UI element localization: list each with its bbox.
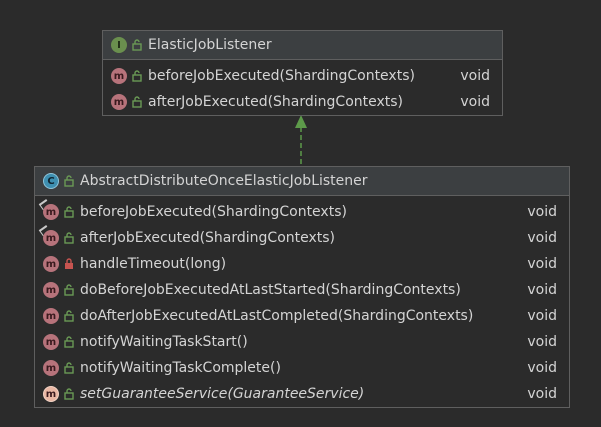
overriding-method-icon: m <box>38 225 59 246</box>
method-row[interactable]: m notifyWaitingTaskStart() void <box>35 329 569 355</box>
method-icon: m <box>43 256 59 272</box>
abstract-mark-icon <box>110 68 116 74</box>
method-row[interactable]: m afterJobExecuted(ShardingContexts) voi… <box>103 89 502 115</box>
method-name: doBeforeJobExecutedAtLastStarted(Shardin… <box>80 282 461 298</box>
method-icon: m <box>43 334 59 350</box>
method-row[interactable]: m doBeforeJobExecutedAtLastStarted(Shard… <box>35 277 569 303</box>
method-name: afterJobExecuted(ShardingContexts) <box>148 94 404 110</box>
method-name: beforeJobExecuted(ShardingContexts) <box>80 204 347 220</box>
method-name: beforeJobExecuted(ShardingContexts) <box>148 68 415 84</box>
public-icon <box>64 362 74 374</box>
public-icon <box>64 336 74 348</box>
return-type: void <box>527 334 557 350</box>
overriding-method-icon: m <box>38 199 59 220</box>
class-methods: m beforeJobExecuted(ShardingContexts) vo… <box>35 196 569 409</box>
public-icon <box>64 388 74 400</box>
method-row-selected[interactable]: m setGuaranteeService(GuaranteeService) … <box>35 381 569 407</box>
abstract-method-icon: m <box>43 308 59 324</box>
method-icon: m <box>111 68 127 84</box>
method-name: handleTimeout(long) <box>80 256 227 272</box>
return-type: void <box>527 204 557 220</box>
class-abstract-distribute-once-listener[interactable]: C AbstractDistributeOnceElasticJobListen… <box>34 166 570 408</box>
method-icon: m <box>43 386 59 402</box>
abstract-method-icon: m <box>43 282 59 298</box>
return-type: void <box>527 360 557 376</box>
return-type: void <box>527 308 557 324</box>
interface-header[interactable]: I ElasticJobListener <box>103 31 502 60</box>
method-name: notifyWaitingTaskStart() <box>80 334 248 350</box>
method-name: notifyWaitingTaskComplete() <box>80 360 281 376</box>
return-type: void <box>527 256 557 272</box>
abstract-class-icon: C <box>43 173 59 189</box>
return-type: void <box>527 386 557 402</box>
method-row[interactable]: m doAfterJobExecutedAtLastCompleted(Shar… <box>35 303 569 329</box>
class-title: AbstractDistributeOnceElasticJobListener <box>80 173 368 189</box>
method-icon: m <box>43 360 59 376</box>
public-icon <box>132 70 142 82</box>
method-row[interactable]: m handleTimeout(long) void <box>35 251 569 277</box>
public-icon <box>64 284 74 296</box>
class-header[interactable]: C AbstractDistributeOnceElasticJobListen… <box>35 167 569 196</box>
interface-elastic-job-listener[interactable]: I ElasticJobListener m beforeJobExecuted… <box>102 30 503 116</box>
public-icon <box>64 310 74 322</box>
public-icon <box>64 175 74 187</box>
public-icon <box>64 206 74 218</box>
method-name: afterJobExecuted(ShardingContexts) <box>80 230 336 246</box>
method-icon: m <box>111 94 127 110</box>
method-row[interactable]: m afterJobExecuted(ShardingContexts) voi… <box>35 225 569 251</box>
method-name: setGuaranteeService(GuaranteeService) <box>80 386 365 402</box>
return-type: void <box>527 230 557 246</box>
interface-title: ElasticJobListener <box>148 37 272 53</box>
return-type: void <box>460 68 490 84</box>
public-icon <box>132 96 142 108</box>
method-row[interactable]: m notifyWaitingTaskComplete() void <box>35 355 569 381</box>
method-row[interactable]: m beforeJobExecuted(ShardingContexts) vo… <box>103 63 502 89</box>
method-row[interactable]: m beforeJobExecuted(ShardingContexts) vo… <box>35 199 569 225</box>
interface-icon: I <box>111 37 127 53</box>
method-name: doAfterJobExecutedAtLastCompleted(Shardi… <box>80 308 474 324</box>
return-type: void <box>527 282 557 298</box>
public-icon <box>64 232 74 244</box>
private-icon <box>64 258 74 270</box>
interface-methods: m beforeJobExecuted(ShardingContexts) vo… <box>103 60 502 117</box>
return-type: void <box>460 94 490 110</box>
public-icon <box>132 39 142 51</box>
